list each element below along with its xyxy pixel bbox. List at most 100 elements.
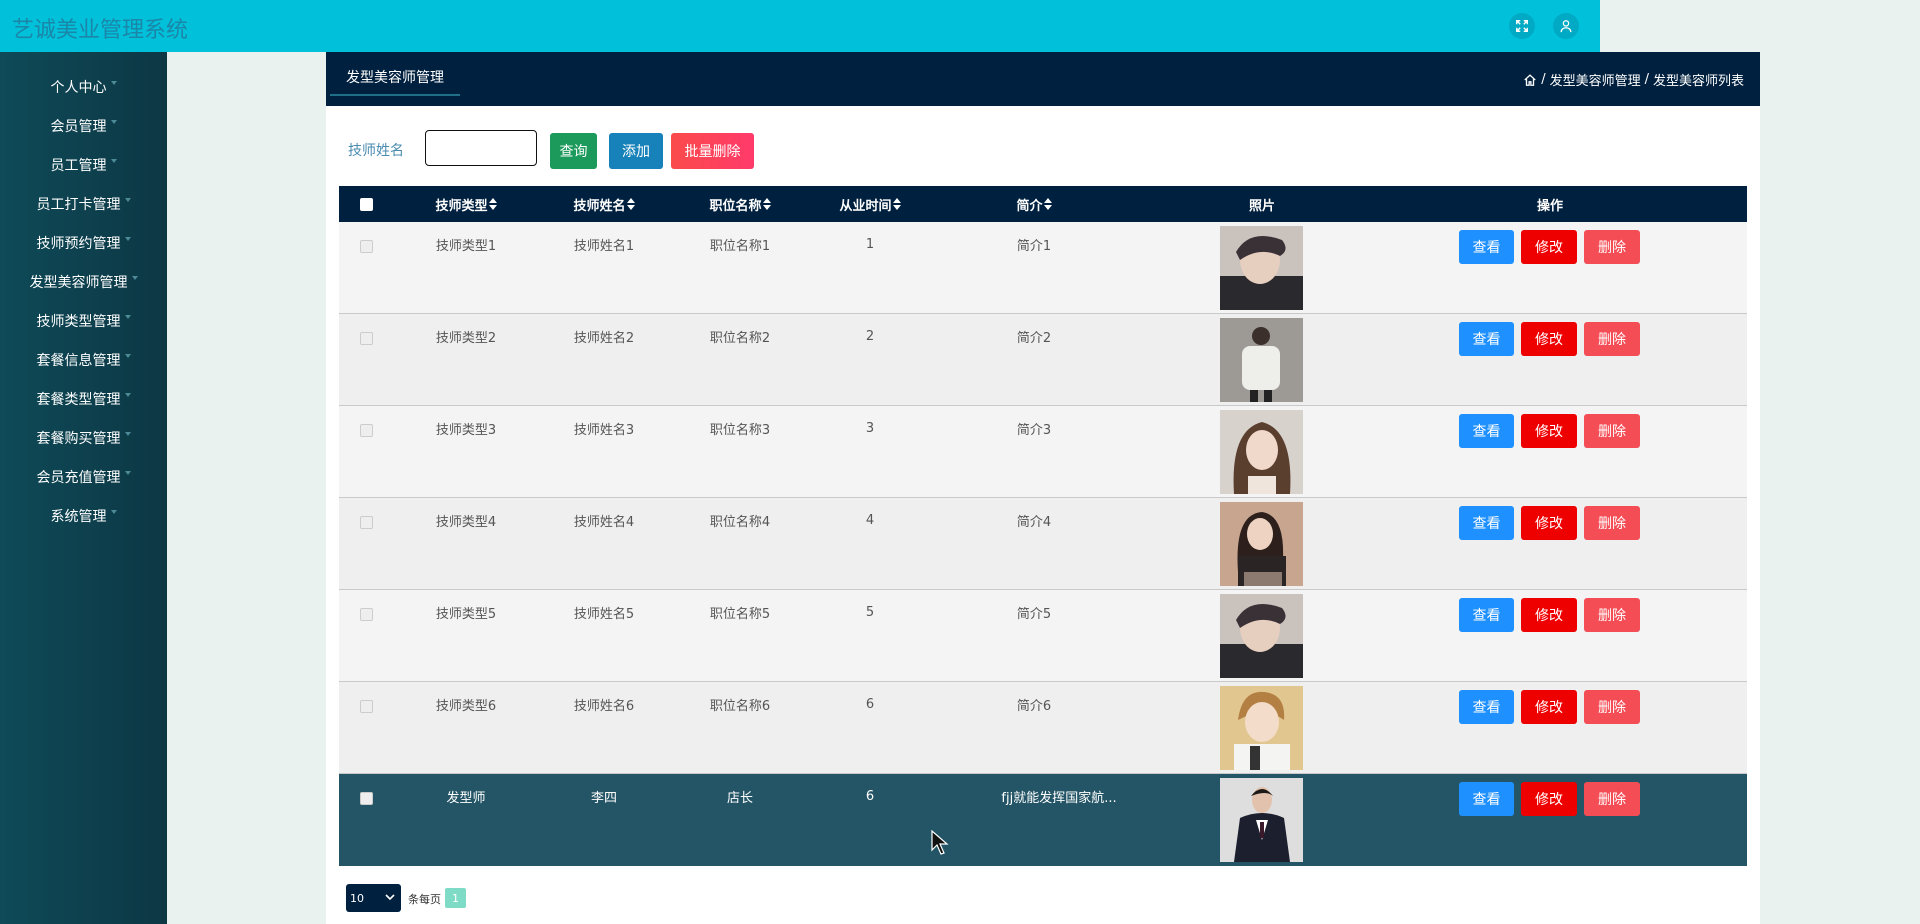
stylist-photo <box>1220 226 1303 310</box>
row-checkbox[interactable] <box>360 239 373 253</box>
row-checkbox[interactable] <box>360 515 373 529</box>
breadcrumb-level1[interactable]: 发型美容师管理 <box>1550 70 1641 89</box>
stylist-photo <box>1220 594 1303 678</box>
row-checkbox[interactable] <box>360 699 373 713</box>
cell-name: 李四 <box>590 790 617 806</box>
select-all-checkbox[interactable] <box>360 197 373 211</box>
sidebar-item-stylists[interactable]: 发型美容师管理 <box>0 267 167 297</box>
caret-down-icon <box>124 198 131 202</box>
delete-button[interactable]: 删除 <box>1584 598 1640 632</box>
page-size-select[interactable]: 10 <box>346 884 401 912</box>
row-checkbox[interactable] <box>360 423 373 437</box>
delete-button[interactable]: 删除 <box>1584 506 1640 540</box>
chevron-down-icon <box>385 894 395 901</box>
view-button[interactable]: 查看 <box>1459 506 1514 540</box>
delete-button[interactable]: 删除 <box>1584 690 1640 724</box>
search-input[interactable] <box>425 130 537 166</box>
user-button[interactable] <box>1553 13 1579 39</box>
column-header-intro[interactable]: 简介 <box>969 186 1099 222</box>
cell-type: 技师类型4 <box>435 514 497 530</box>
query-button[interactable]: 查询 <box>550 133 597 169</box>
view-button[interactable]: 查看 <box>1459 414 1514 448</box>
edit-button[interactable]: 修改 <box>1521 322 1577 356</box>
cell-position: 职位名称1 <box>709 238 771 254</box>
edit-button[interactable]: 修改 <box>1521 782 1577 816</box>
sort-icon <box>626 198 635 210</box>
table-row: 技师类型6 技师姓名6 职位名称6 6 简介6 查看 修改 删除 <box>339 682 1747 774</box>
sidebar-item-tech-types[interactable]: 技师类型管理 <box>0 306 167 336</box>
table-row: 发型师 李四 店长 6 fjj就能发挥国家航... 查看 修改 删除 <box>339 774 1747 866</box>
select-all-checkbox-cell <box>359 186 374 222</box>
cell-years: 1 <box>865 236 875 252</box>
breadcrumb-level2: 发型美容师列表 <box>1652 74 1744 89</box>
sidebar-item-members[interactable]: 会员管理 <box>0 111 167 141</box>
sidebar-item-packages[interactable]: 套餐信息管理 <box>0 345 167 375</box>
table-row: 技师类型5 技师姓名5 职位名称5 5 简介5 查看 修改 删除 <box>339 590 1747 682</box>
edit-button[interactable]: 修改 <box>1521 598 1577 632</box>
cell-years: 4 <box>865 512 875 528</box>
sidebar-item-profile[interactable]: 个人中心 <box>0 72 167 102</box>
cell-name: 技师姓名6 <box>573 698 635 714</box>
main-panel: 发型美容师管理 / 发型美容师管理 / 发型美容师列表 技师姓名 查询 添加 批… <box>326 52 1760 924</box>
sidebar-item-booking[interactable]: 技师预约管理 <box>0 228 167 258</box>
cell-intro: 简介4 <box>1016 514 1052 530</box>
delete-button[interactable]: 删除 <box>1584 414 1640 448</box>
sidebar-item-staff[interactable]: 员工管理 <box>0 150 167 180</box>
table-row: 技师类型1 技师姓名1 职位名称1 1 简介1 查看 修改 删除 <box>339 222 1747 314</box>
column-header-position[interactable]: 职位名称 <box>675 186 805 222</box>
edit-button[interactable]: 修改 <box>1521 230 1577 264</box>
column-header-type[interactable]: 技师类型 <box>401 186 531 222</box>
view-button[interactable]: 查看 <box>1459 230 1514 264</box>
add-button[interactable]: 添加 <box>609 133 663 169</box>
view-button[interactable]: 查看 <box>1459 598 1514 632</box>
view-button[interactable]: 查看 <box>1459 690 1514 724</box>
delete-button[interactable]: 删除 <box>1584 322 1640 356</box>
caret-down-icon <box>124 432 131 436</box>
page-number-current[interactable]: 1 <box>445 888 466 908</box>
sidebar-item-package-purchase[interactable]: 套餐购买管理 <box>0 423 167 453</box>
edit-button[interactable]: 修改 <box>1521 690 1577 724</box>
delete-button[interactable]: 删除 <box>1584 230 1640 264</box>
cell-name: 技师姓名3 <box>573 422 635 438</box>
column-header-photo: 照片 <box>1248 198 1275 214</box>
stylist-photo <box>1220 686 1303 770</box>
panel-header: 发型美容师管理 / 发型美容师管理 / 发型美容师列表 <box>326 52 1760 106</box>
edit-button[interactable]: 修改 <box>1521 414 1577 448</box>
cell-intro: 简介5 <box>1016 606 1052 622</box>
sidebar-item-label: 发型美容师管理 <box>29 275 128 291</box>
cell-years: 5 <box>865 604 875 620</box>
sidebar-item-label: 套餐购买管理 <box>36 431 121 447</box>
cell-years: 6 <box>865 696 875 712</box>
cell-years: 6 <box>865 788 875 804</box>
caret-down-icon <box>110 81 117 85</box>
view-button[interactable]: 查看 <box>1459 322 1514 356</box>
row-checkbox[interactable] <box>360 331 373 345</box>
row-checkbox-cell <box>359 696 374 716</box>
home-icon[interactable] <box>1523 73 1537 87</box>
column-header-years[interactable]: 从业时间 <box>805 186 935 222</box>
cell-position: 职位名称6 <box>709 698 771 714</box>
sidebar-item-label: 技师预约管理 <box>36 236 121 252</box>
sidebar-item-package-types[interactable]: 套餐类型管理 <box>0 384 167 414</box>
cell-type: 技师类型1 <box>435 238 497 254</box>
cell-position: 职位名称4 <box>709 514 771 530</box>
column-header-name[interactable]: 技师姓名 <box>539 186 669 222</box>
view-button[interactable]: 查看 <box>1459 782 1514 816</box>
cell-position: 职位名称5 <box>709 606 771 622</box>
caret-down-icon <box>110 510 117 514</box>
bulk-delete-button[interactable]: 批量删除 <box>671 133 754 169</box>
top-header: 艺诚美业管理系统 <box>0 0 1600 52</box>
app-title: 艺诚美业管理系统 <box>12 18 189 43</box>
tab-stylist-management[interactable]: 发型美容师管理 <box>330 60 460 96</box>
sidebar-item-attendance[interactable]: 员工打卡管理 <box>0 189 167 219</box>
sidebar-item-system[interactable]: 系统管理 <box>0 501 167 531</box>
row-checkbox[interactable] <box>360 791 373 805</box>
caret-down-icon <box>110 120 117 124</box>
fullscreen-button[interactable] <box>1509 13 1535 39</box>
edit-button[interactable]: 修改 <box>1521 506 1577 540</box>
delete-button[interactable]: 删除 <box>1584 782 1640 816</box>
sidebar-item-recharge[interactable]: 会员充值管理 <box>0 462 167 492</box>
row-checkbox[interactable] <box>360 607 373 621</box>
breadcrumb-separator: / <box>1541 72 1546 87</box>
sidebar-item-label: 会员充值管理 <box>36 470 121 486</box>
